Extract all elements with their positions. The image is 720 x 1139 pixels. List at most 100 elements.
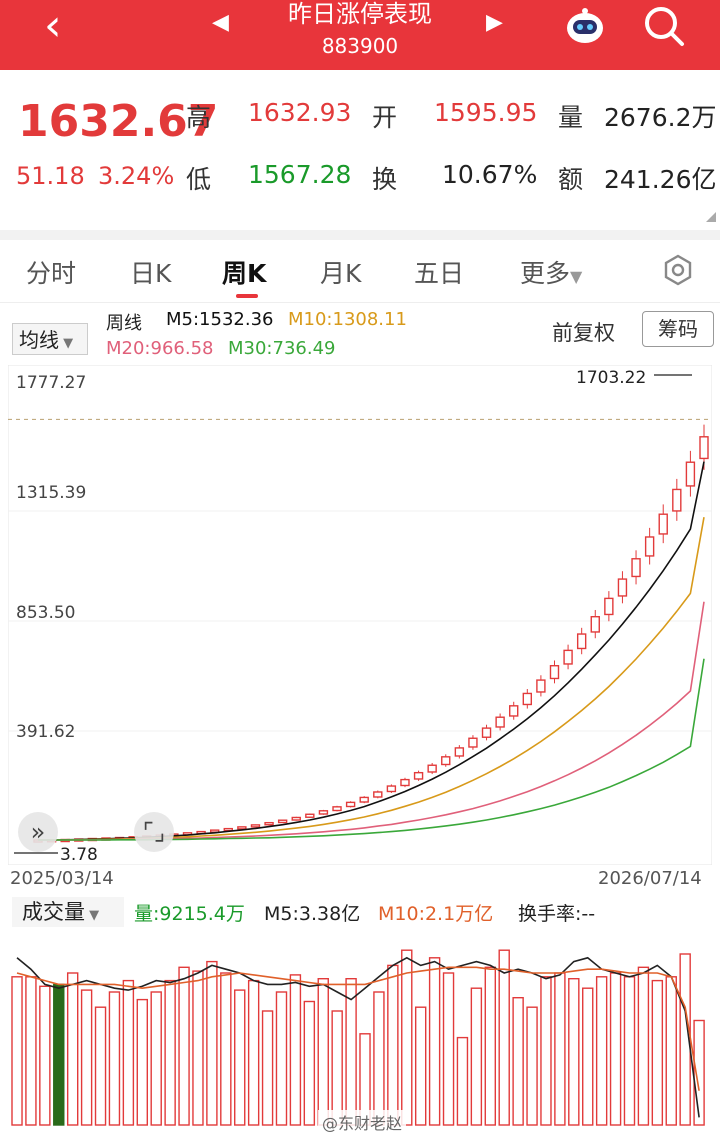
triangle-left-icon[interactable]: ◀ <box>212 10 229 35</box>
volume-bar <box>387 964 399 1126</box>
search-icon[interactable] <box>640 2 688 50</box>
period-label: 周线 <box>106 313 142 334</box>
open-value: 1595.95 <box>434 98 538 127</box>
volume-bar <box>470 987 483 1126</box>
tab-weekly-k[interactable]: 周K <box>222 254 266 290</box>
volume-bar <box>609 972 622 1126</box>
candle-body <box>468 737 478 748</box>
candle-body <box>536 679 546 693</box>
volume-bar <box>94 1006 107 1126</box>
volume-bar <box>512 996 524 1126</box>
price-change-pct: 3.24% <box>98 162 175 190</box>
volume-bar <box>345 978 357 1126</box>
candle-body <box>509 705 519 717</box>
triangle-right-icon[interactable]: ▶ <box>486 10 503 35</box>
low-value: 1567.28 <box>248 160 352 189</box>
end-date: 2026/07/14 <box>598 868 702 889</box>
stock-code: 883900 <box>321 34 399 58</box>
candle-body <box>264 821 274 826</box>
candle-body <box>291 816 301 821</box>
candle-body <box>386 785 397 793</box>
quote-panel: 1632.67 51.18 3.24% 高 1632.93 开 1595.95 … <box>0 70 720 230</box>
volume-bar <box>428 957 441 1126</box>
volume-bar <box>554 972 566 1126</box>
caret-down-icon: ▼ <box>570 267 583 286</box>
volume-bar <box>456 1036 469 1126</box>
volume-bar <box>484 966 497 1126</box>
volume-bar <box>401 949 413 1126</box>
volume-current: 量:9215.4万 <box>134 903 245 925</box>
volume-bar <box>595 976 608 1126</box>
weekly-k-chart[interactable] <box>8 365 712 865</box>
ma20-value: M20:966.58 <box>106 338 214 359</box>
candle-body <box>549 665 560 680</box>
price-change: 51.18 <box>16 162 85 190</box>
page-title: 昨日涨停表现 <box>288 0 432 28</box>
volume-bar <box>665 976 677 1126</box>
volume-bar <box>178 966 190 1126</box>
candle-body <box>400 778 410 787</box>
candle-body <box>277 819 288 824</box>
tab-five-day[interactable]: 五日 <box>414 254 464 290</box>
volume-bar <box>136 998 149 1126</box>
volume-bar <box>11 976 23 1126</box>
y-axis-label: 1777.27 <box>16 373 87 393</box>
caret-down-icon: ▼ <box>59 336 74 351</box>
volume-bar <box>66 972 79 1126</box>
candle-body <box>631 558 641 578</box>
min-price-annotation: 3.78 <box>60 845 98 865</box>
candle-body <box>563 649 573 665</box>
volume-bar <box>442 972 455 1126</box>
volume-bar <box>317 978 329 1126</box>
expand-chart-icon[interactable]: » <box>18 812 58 852</box>
volume-bar <box>234 989 246 1126</box>
tab-more[interactable]: 更多▼ <box>520 254 582 290</box>
volume-bar <box>53 983 65 1126</box>
volume-bar <box>80 989 93 1126</box>
volume-bar <box>275 991 288 1126</box>
volume-indicator-bar: 成交量 ▼ 量:9215.4万 M5:3.38亿 M10:2.1万亿 换手率:-… <box>0 893 720 931</box>
settings-icon[interactable] <box>662 254 694 286</box>
volume-bar <box>25 976 37 1126</box>
volume-chart[interactable] <box>8 931 712 1127</box>
candle-body <box>658 513 668 535</box>
volume-bar <box>414 1006 427 1126</box>
chips-button[interactable]: 筹码 <box>642 311 714 347</box>
candle-body <box>427 764 437 773</box>
high-value: 1632.93 <box>248 98 352 127</box>
candle-body <box>305 813 315 818</box>
volume-selector[interactable]: 成交量 ▼ <box>12 897 124 927</box>
candle-body <box>522 692 533 706</box>
fullscreen-icon[interactable]: ⌜⌟ <box>134 812 174 852</box>
ma30-value: M30:736.49 <box>228 338 336 359</box>
tab-more-label: 更多 <box>520 259 571 288</box>
watermark: @东财老赵 <box>318 1110 407 1134</box>
volume-bar <box>122 979 135 1126</box>
ma10-value: M10:1308.11 <box>288 309 407 330</box>
tab-intraday[interactable]: 分时 <box>26 254 76 290</box>
ma-selector-label: 均线 <box>19 328 59 352</box>
tab-monthly-k[interactable]: 月K <box>320 254 361 290</box>
adjust-mode[interactable]: 前复权 <box>552 317 615 347</box>
y-axis-label: 853.50 <box>16 603 76 623</box>
low-label: 低 <box>186 165 212 194</box>
candle-body <box>604 597 614 616</box>
tab-daily-k[interactable]: 日K <box>130 254 171 290</box>
volume-bar <box>247 979 260 1126</box>
volume-bar <box>331 1010 343 1126</box>
open-label: 开 <box>372 103 398 132</box>
expand-corner-icon[interactable] <box>706 212 716 222</box>
volume-bar <box>623 976 636 1126</box>
volume-bar <box>373 991 385 1126</box>
robot-assistant-icon[interactable] <box>562 6 608 46</box>
ma-selector[interactable]: 均线 ▼ <box>12 323 88 355</box>
y-axis-label: 1315.39 <box>16 483 87 503</box>
period-tabs: 分时 日K 周K 月K 五日 更多▼ <box>0 240 720 303</box>
section-divider <box>0 230 720 240</box>
volume-label: 量 <box>558 103 584 132</box>
max-price-annotation: 1703.22 <box>576 368 647 388</box>
chevron-left-icon[interactable]: ‹ <box>44 4 62 48</box>
volume-bar <box>164 979 176 1126</box>
candle-body <box>373 791 383 798</box>
candle-body <box>454 747 465 757</box>
